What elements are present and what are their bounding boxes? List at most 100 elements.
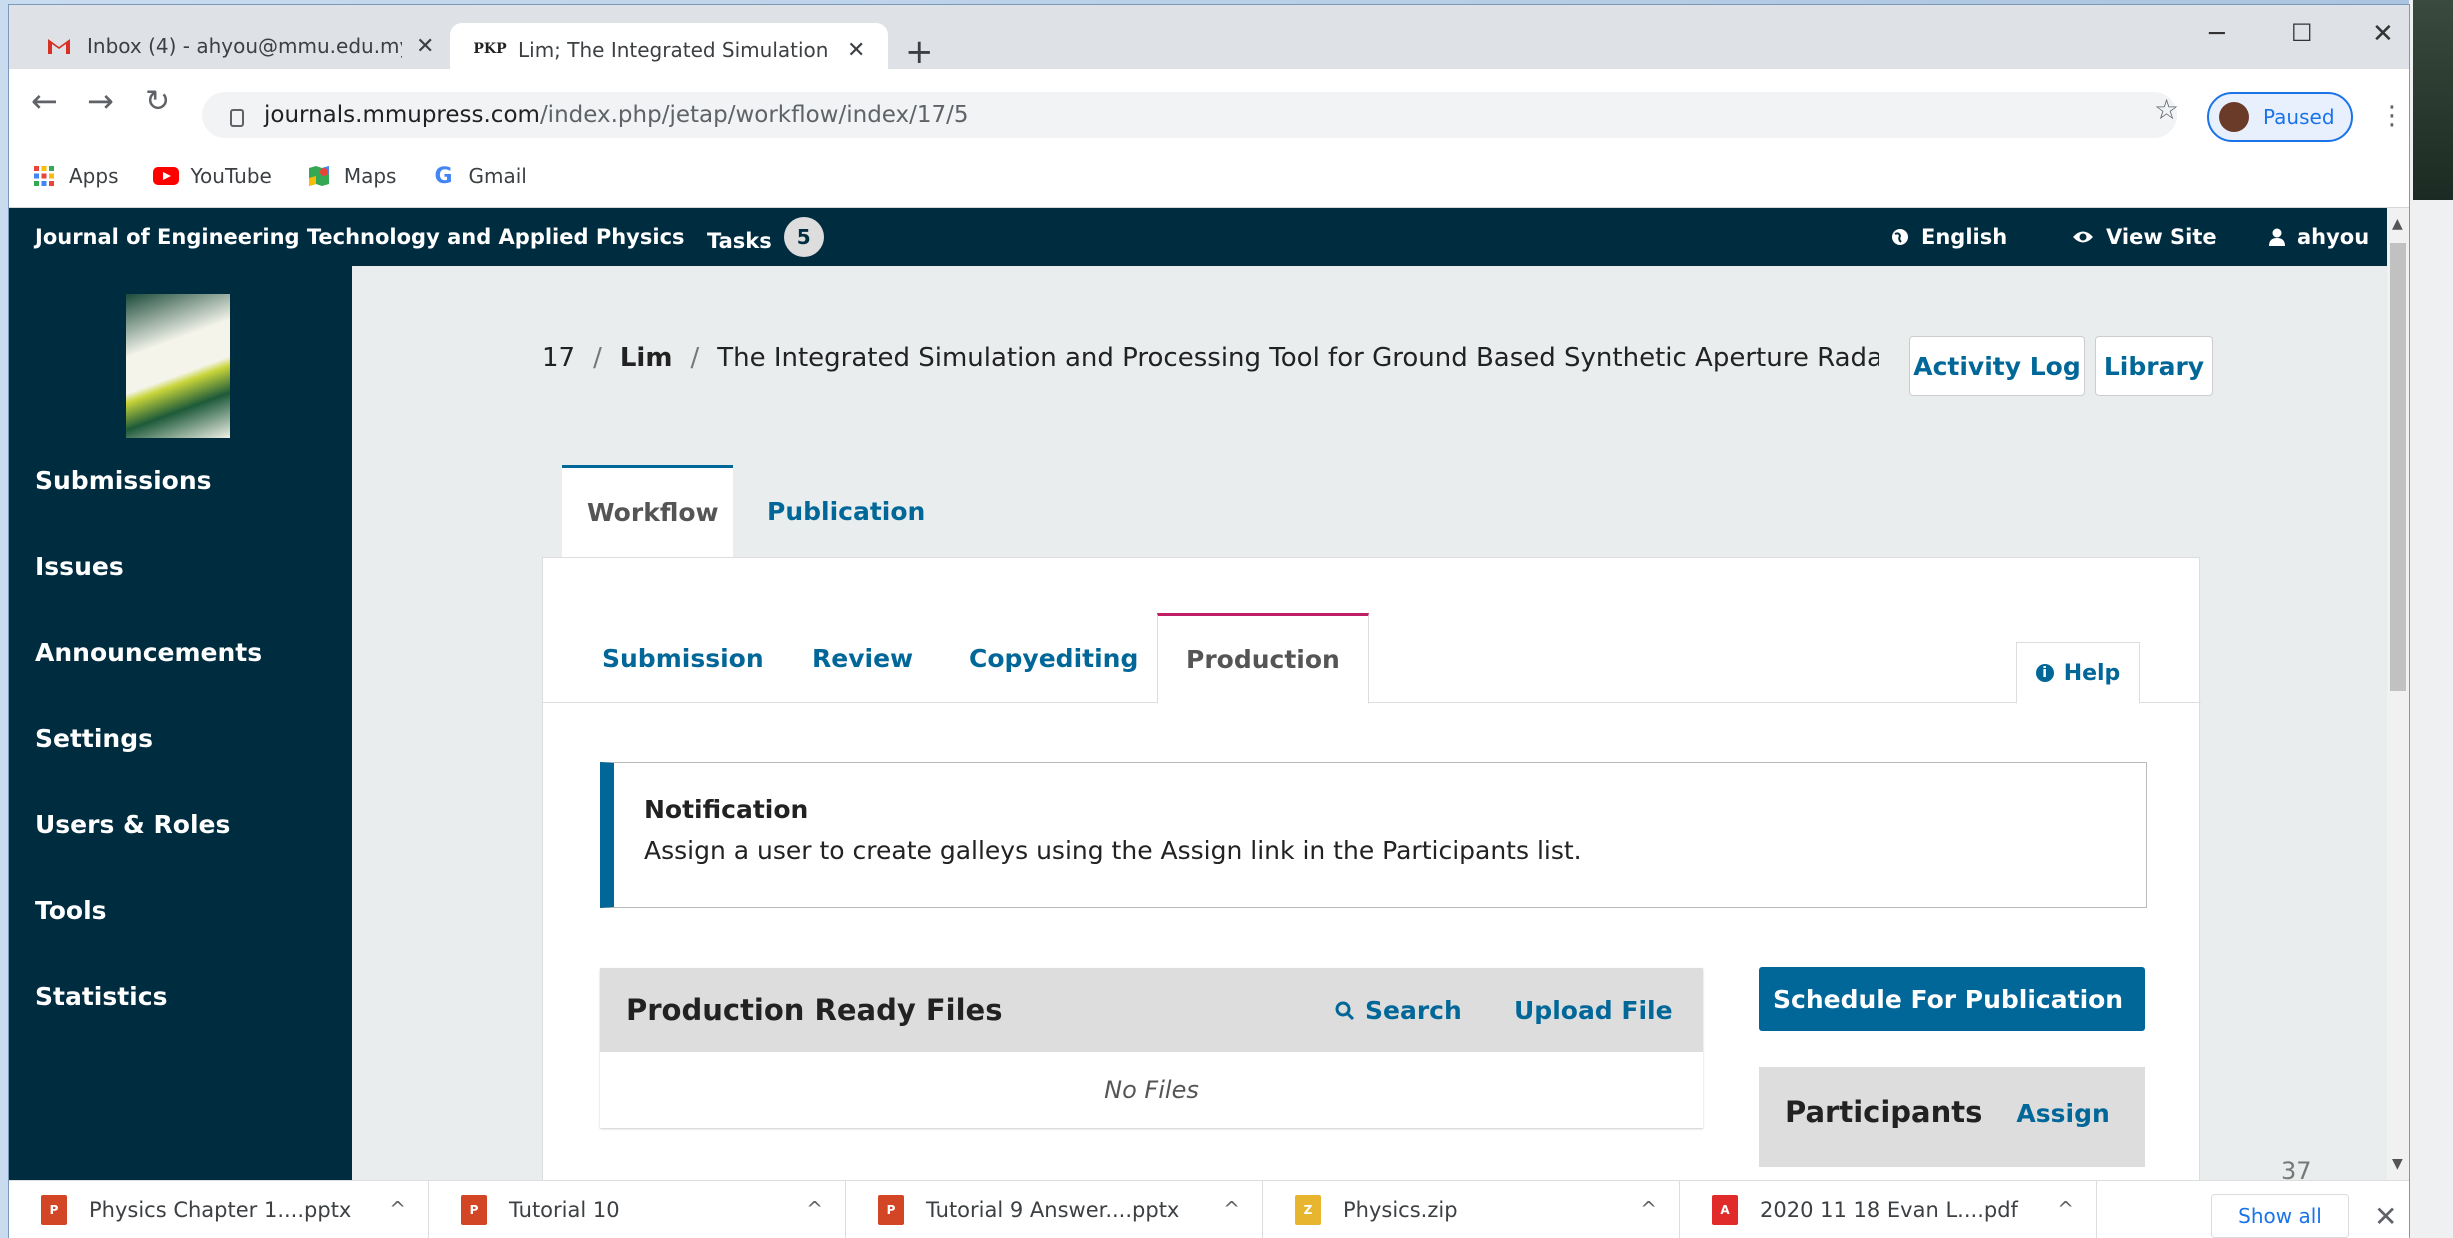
url-host: journals.mmupress.com [264, 102, 540, 128]
profile-status: Paused [2263, 105, 2335, 129]
download-item[interactable]: Z Physics.zip ^ [1263, 1181, 1680, 1238]
sidebar-item-issues[interactable]: Issues [35, 552, 124, 581]
url-path: /index.php/jetap/workflow/index/17/5 [539, 102, 969, 128]
user-icon [2269, 228, 2285, 246]
chevron-up-icon[interactable]: ^ [1223, 1197, 1240, 1221]
library-button[interactable]: Library [2095, 336, 2213, 396]
background-window [2413, 0, 2453, 200]
breadcrumb-separator: / [690, 343, 700, 373]
notification-heading: Notification [644, 795, 809, 824]
tab-publication[interactable]: Publication [742, 465, 950, 557]
tab-title: Inbox (4) - ahyou@mmu.edu.my [87, 34, 402, 58]
menu-icon[interactable]: ⋮ [2379, 103, 2405, 129]
maps-icon [306, 165, 332, 187]
submission-id: 17 [542, 343, 576, 373]
sidebar: Submissions Issues Announcements Setting… [9, 266, 352, 1180]
bookmark-star-icon[interactable]: ☆ [2154, 93, 2179, 126]
tab-title: Lim; The Integrated Simulation and [518, 38, 833, 62]
notification-body: Assign a user to create galleys using th… [644, 836, 1582, 865]
schedule-for-publication-button[interactable]: Schedule For Publication [1759, 967, 2145, 1031]
close-tab-icon[interactable]: ✕ [847, 38, 865, 63]
downloads-bar: P Physics Chapter 1....pptx ^ P Tutorial… [9, 1180, 2409, 1238]
sidebar-item-statistics[interactable]: Statistics [35, 982, 167, 1011]
new-tab-icon[interactable]: + [905, 35, 934, 69]
language-menu[interactable]: English [1891, 225, 2007, 249]
notification-box: Notification Assign a user to create gal… [600, 762, 2147, 908]
user-menu[interactable]: ahyou [2269, 225, 2369, 249]
tab-gmail[interactable]: Inbox (4) - ahyou@mmu.edu.my ✕ [19, 23, 459, 69]
back-icon[interactable]: ← [31, 85, 58, 117]
download-item[interactable]: P Physics Chapter 1....pptx ^ [9, 1181, 429, 1238]
main-content: 17 / Lim / The Integrated Simulation and… [352, 266, 2387, 1180]
bookmark-youtube[interactable]: YouTube [152, 164, 272, 188]
close-tab-icon[interactable]: ✕ [416, 34, 434, 59]
sidebar-item-settings[interactable]: Settings [35, 724, 153, 753]
chevron-up-icon[interactable]: ^ [1640, 1197, 1657, 1221]
close-window-icon[interactable]: ✕ [2372, 19, 2394, 49]
show-all-downloads-button[interactable]: Show all [2211, 1194, 2349, 1238]
apps-grid-icon [31, 165, 57, 187]
bookmark-gmail[interactable]: G Gmail [430, 163, 527, 189]
download-item[interactable]: A 2020 11 18 Evan L....pdf ^ [1680, 1181, 2097, 1238]
sidebar-item-users-roles[interactable]: Users & Roles [35, 810, 230, 839]
journal-cover-thumbnail[interactable] [126, 294, 230, 438]
assign-link[interactable]: Assign [2016, 1099, 2109, 1128]
chevron-up-icon[interactable]: ^ [389, 1197, 406, 1221]
participants-title: Participants [1785, 1095, 1983, 1129]
search-icon [1335, 1001, 1355, 1020]
maximize-icon[interactable]: ☐ [2291, 19, 2313, 47]
view-site-link[interactable]: View Site [2072, 225, 2217, 249]
tab-review[interactable]: Review [812, 613, 913, 703]
minimize-icon[interactable]: ─ [2209, 19, 2225, 49]
lock-icon [230, 109, 244, 127]
scroll-down-icon[interactable]: ▼ [2392, 1156, 2403, 1172]
view-site-label: View Site [2106, 225, 2217, 249]
empty-files-message: No Files [1104, 1076, 1199, 1104]
tab-production[interactable]: Production [1157, 613, 1369, 704]
ojs-page: Journal of Engineering Technology and Ap… [9, 208, 2387, 1180]
browser-toolbar: ← → ↻ journals.mmupress.com/index.php/je… [9, 69, 2409, 145]
powerpoint-file-icon: P [461, 1195, 487, 1225]
avatar [2219, 102, 2249, 132]
bookmark-label: Maps [343, 164, 397, 188]
sidebar-item-submissions[interactable]: Submissions [35, 466, 212, 495]
download-item[interactable]: P Tutorial 9 Answer....pptx ^ [846, 1181, 1263, 1238]
download-filename: Physics Chapter 1....pptx [89, 1198, 352, 1222]
address-bar[interactable]: journals.mmupress.com/index.php/jetap/wo… [202, 92, 2177, 138]
bookmark-maps[interactable]: Maps [306, 164, 397, 188]
help-button[interactable]: i Help [2016, 642, 2140, 704]
tasks-button[interactable]: Tasks 5 [707, 217, 824, 257]
close-downloads-icon[interactable]: ✕ [2374, 1200, 2397, 1233]
bookmark-label: Gmail [468, 164, 527, 188]
upload-file-link[interactable]: Upload File [1514, 996, 1673, 1025]
tab-copyediting[interactable]: Copyediting [969, 613, 1138, 703]
activity-log-button[interactable]: Activity Log [1909, 336, 2085, 396]
page-scrollbar[interactable]: ▲ ▼ [2387, 208, 2409, 1180]
powerpoint-file-icon: P [41, 1195, 67, 1225]
search-link[interactable]: Search [1335, 996, 1462, 1025]
chevron-up-icon[interactable]: ^ [806, 1197, 823, 1221]
google-icon: G [434, 163, 453, 189]
sidebar-item-announcements[interactable]: Announcements [35, 638, 262, 667]
scrollbar-thumb[interactable] [2390, 243, 2406, 691]
download-filename: 2020 11 18 Evan L....pdf [1760, 1198, 2018, 1222]
browser-window: Inbox (4) - ahyou@mmu.edu.my ✕ PKP Lim; … [9, 5, 2409, 1238]
profile-button[interactable]: Paused [2207, 92, 2353, 142]
bookmark-label: Apps [69, 164, 119, 188]
tab-submission[interactable]: Submission [602, 613, 764, 703]
search-label: Search [1365, 996, 1462, 1025]
tab-workflow[interactable]: Workflow [562, 465, 733, 557]
bookmark-apps[interactable]: Apps [31, 164, 119, 188]
chevron-up-icon[interactable]: ^ [2057, 1197, 2074, 1221]
zip-file-icon: Z [1295, 1195, 1321, 1225]
download-filename: Physics.zip [1343, 1198, 1458, 1222]
username-label: ahyou [2297, 225, 2370, 249]
language-label: English [1921, 225, 2008, 249]
desktop-edge [2409, 0, 2453, 1238]
scroll-up-icon[interactable]: ▲ [2392, 216, 2403, 232]
forward-icon[interactable]: → [87, 85, 114, 117]
sidebar-item-tools[interactable]: Tools [35, 896, 107, 925]
download-item[interactable]: P Tutorial 10 ^ [429, 1181, 846, 1238]
journal-title-link[interactable]: Journal of Engineering Technology and Ap… [35, 225, 685, 249]
reload-icon[interactable]: ↻ [145, 87, 170, 117]
